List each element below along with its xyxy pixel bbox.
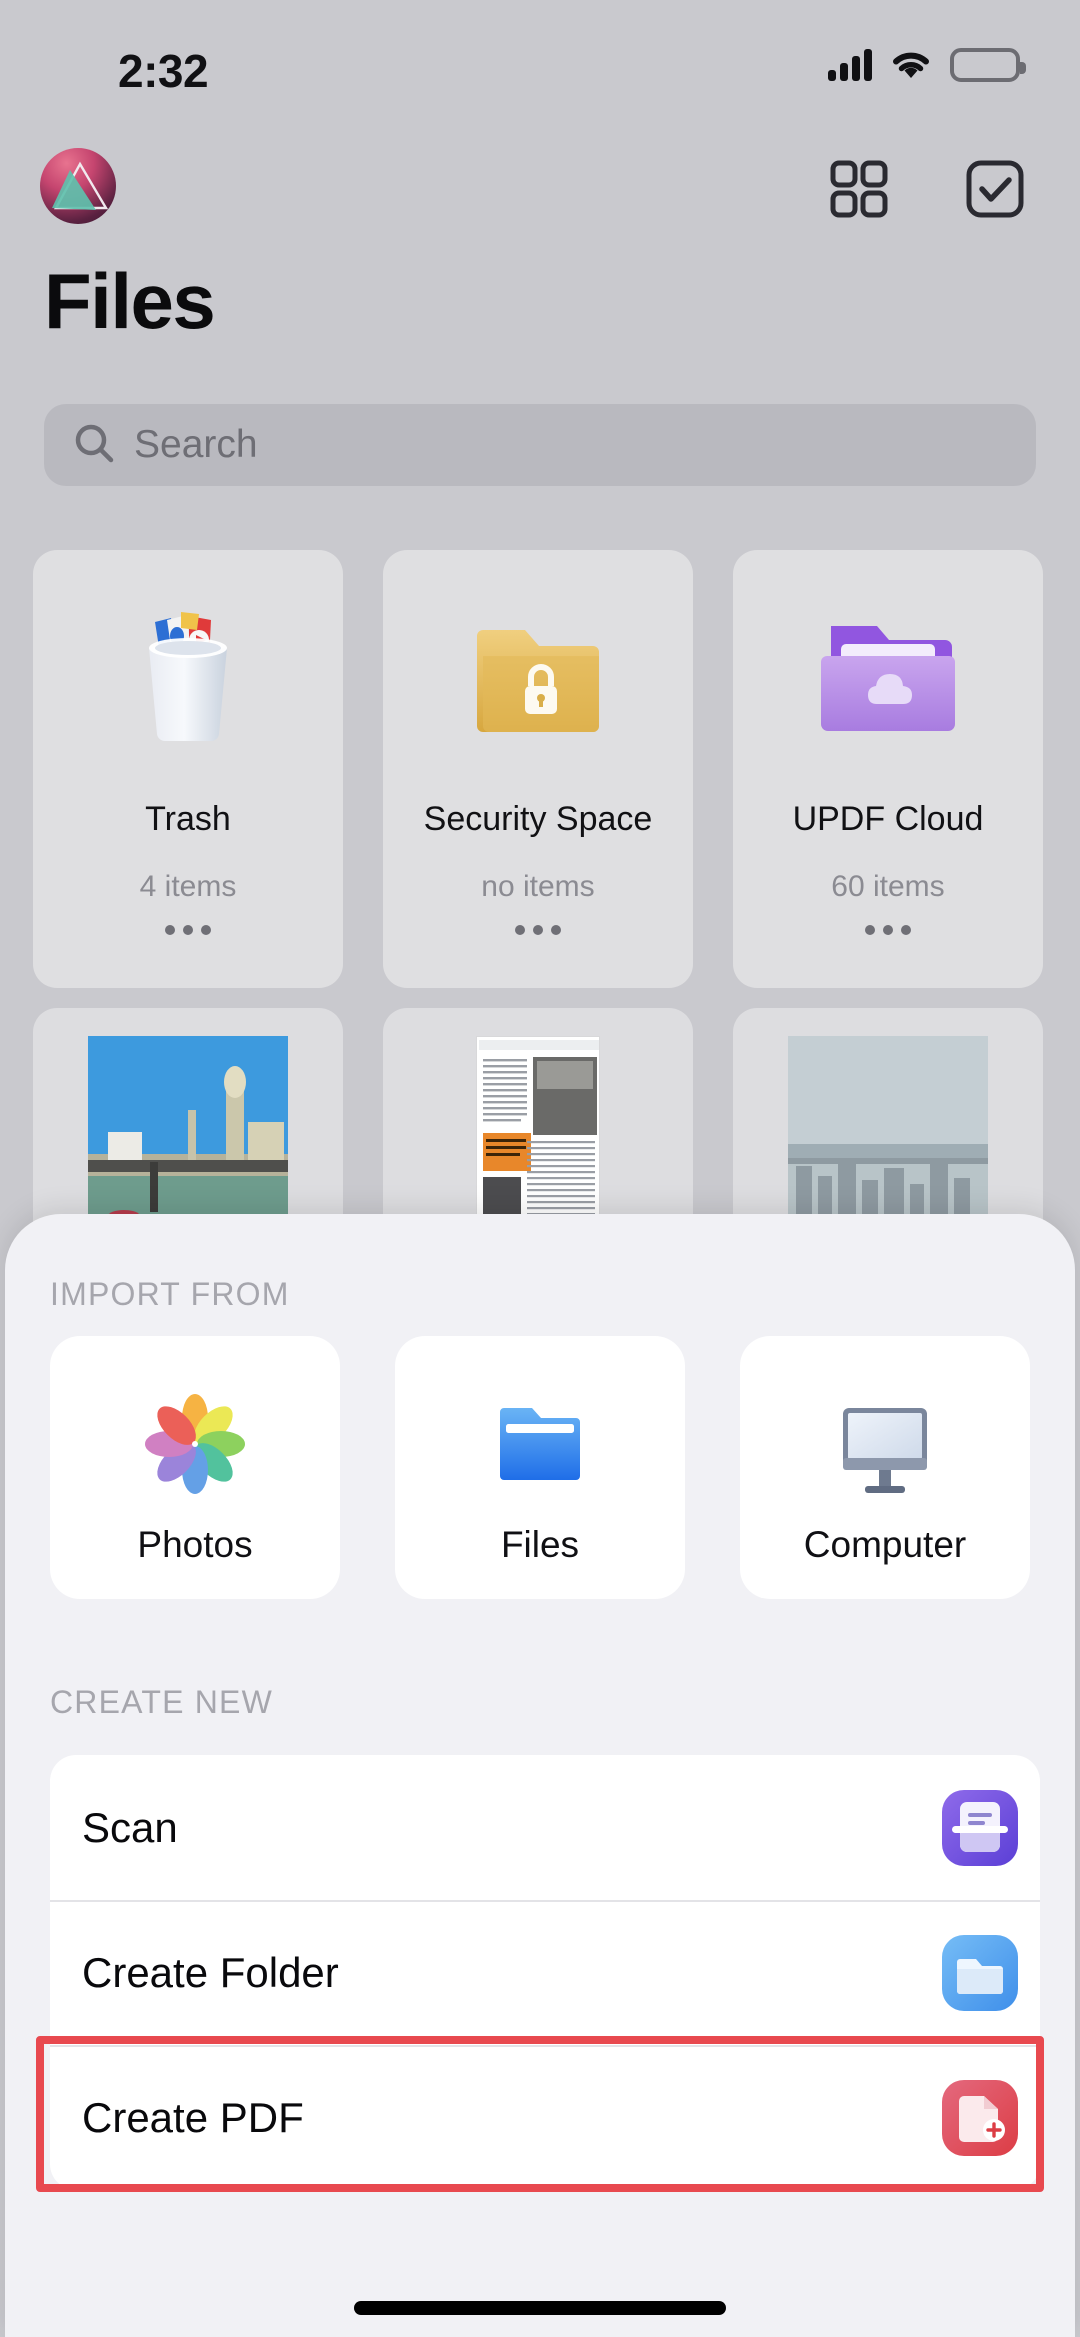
create-row-create-folder[interactable]: Create Folder bbox=[50, 1900, 1040, 2045]
search-input[interactable]: Search bbox=[44, 404, 1036, 486]
folder-name: Security Space bbox=[383, 800, 693, 839]
more-options-icon[interactable] bbox=[165, 925, 211, 935]
folder-name: Trash bbox=[33, 800, 343, 839]
cloud-folder-icon bbox=[803, 586, 973, 756]
import-option-label: Photos bbox=[50, 1524, 340, 1566]
import-option-computer[interactable]: Computer bbox=[740, 1336, 1030, 1599]
import-option-label: Files bbox=[395, 1524, 685, 1566]
computer-icon bbox=[827, 1386, 943, 1502]
search-placeholder: Search bbox=[134, 423, 258, 467]
create-section-title: CREATE NEW bbox=[50, 1684, 273, 1721]
cellular-signal-icon bbox=[828, 49, 872, 81]
home-indicator bbox=[354, 2301, 726, 2315]
folder-name: UPDF Cloud bbox=[733, 800, 1043, 839]
more-options-icon[interactable] bbox=[865, 925, 911, 935]
import-option-photos[interactable]: Photos bbox=[50, 1336, 340, 1599]
create-folder-icon bbox=[940, 1933, 1020, 2013]
create-row-label: Create PDF bbox=[82, 2094, 940, 2142]
more-options-icon[interactable] bbox=[515, 925, 561, 935]
locked-folder-icon bbox=[453, 586, 623, 756]
folder-card-trash[interactable]: Trash 4 items bbox=[33, 550, 343, 988]
avatar[interactable] bbox=[40, 148, 116, 224]
folder-card-updf-cloud[interactable]: UPDF Cloud 60 items bbox=[733, 550, 1043, 988]
create-new-list: Scan bbox=[50, 1755, 1040, 2190]
photos-app-icon bbox=[137, 1386, 253, 1502]
search-icon bbox=[72, 421, 116, 470]
status-icons bbox=[828, 48, 1020, 82]
import-section-title: IMPORT FROM bbox=[50, 1276, 290, 1313]
folder-card-security-space[interactable]: Security Space no items bbox=[383, 550, 693, 988]
create-row-scan[interactable]: Scan bbox=[50, 1755, 1040, 1900]
phone-screen: 2:32 bbox=[0, 0, 1080, 2337]
create-pdf-icon bbox=[940, 2078, 1020, 2158]
folder-count: no items bbox=[383, 870, 693, 904]
import-option-files[interactable]: Files bbox=[395, 1336, 685, 1599]
battery-icon bbox=[950, 48, 1020, 82]
create-row-label: Create Folder bbox=[82, 1949, 940, 1997]
wifi-icon bbox=[890, 49, 932, 81]
select-mode-button[interactable] bbox=[966, 160, 1024, 218]
status-time: 2:32 bbox=[118, 44, 208, 98]
import-create-sheet: IMPORT FROM Ph bbox=[5, 1214, 1075, 2337]
create-row-label: Scan bbox=[82, 1804, 940, 1852]
folder-count: 60 items bbox=[733, 870, 1043, 904]
folder-count: 4 items bbox=[33, 870, 343, 904]
create-row-create-pdf[interactable]: Create PDF bbox=[50, 2045, 1040, 2190]
status-bar: 2:32 bbox=[0, 0, 1080, 110]
grid-view-button[interactable] bbox=[830, 160, 888, 218]
files-app-icon bbox=[482, 1386, 598, 1502]
page-title: Files bbox=[44, 256, 214, 347]
scan-icon bbox=[940, 1788, 1020, 1868]
import-option-label: Computer bbox=[740, 1524, 1030, 1566]
trash-icon bbox=[103, 586, 273, 756]
